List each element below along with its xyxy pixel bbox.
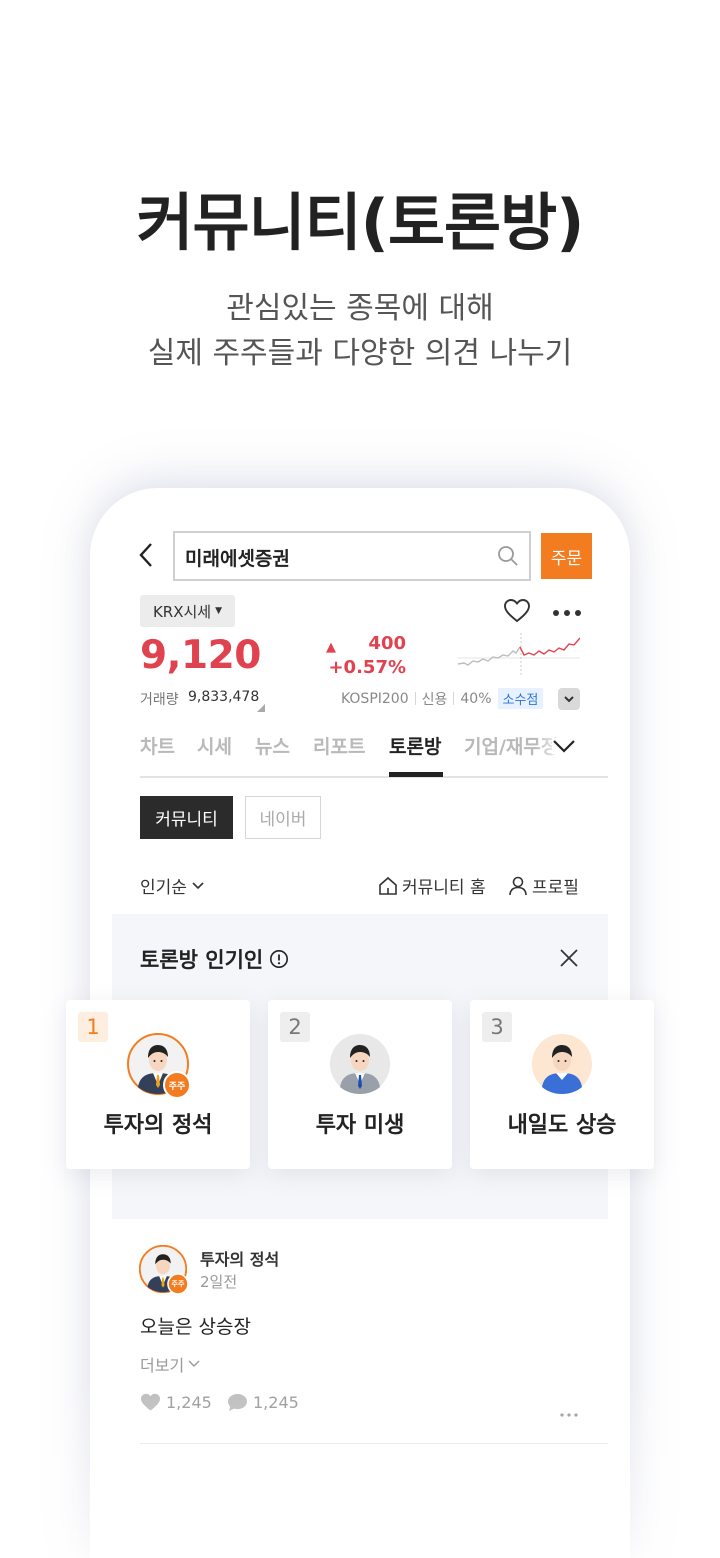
read-more-label: 더보기 — [140, 1356, 185, 1375]
rank-number: 2 — [280, 1012, 310, 1042]
info-icon[interactable] — [269, 949, 289, 969]
popular-user-card-2[interactable]: 2 투자 미생 — [268, 1000, 452, 1169]
community-home-label: 커뮤니티 홈 — [402, 878, 486, 898]
user-name: 투자 미생 — [315, 1113, 405, 1138]
credit-label: 신용 — [421, 691, 448, 708]
price-sparkline — [457, 633, 581, 675]
chevron-down-icon — [188, 1360, 200, 1367]
change-amount: 400 — [368, 633, 406, 654]
popular-title-text: 토론방 인기인 — [140, 948, 264, 972]
read-more-link[interactable]: 더보기 — [140, 1352, 201, 1376]
post-time: 2일전 — [200, 1273, 238, 1291]
hero-subtitle-line2: 실제 주주들과 다양한 의견 나누기 — [147, 336, 573, 371]
search-icon[interactable] — [497, 545, 519, 567]
rank-number: 1 — [78, 1012, 108, 1042]
change-percent: +0.57% — [328, 657, 406, 678]
tab-chart[interactable]: 차트 — [140, 732, 175, 759]
comment-icon — [228, 1393, 247, 1412]
volume-value: 9,833,478 — [188, 689, 260, 705]
tab-report[interactable]: 리포트 — [313, 732, 365, 759]
volume-label: 거래량 — [140, 692, 179, 708]
index-info: KOSPI200 신용 40% 소수점 — [341, 688, 544, 709]
post-author[interactable]: 투자의 정석 — [200, 1246, 279, 1270]
chevron-down-icon — [192, 881, 204, 889]
post-divider — [140, 1443, 608, 1444]
current-price: 9,120 — [140, 633, 261, 678]
tab-quotes[interactable]: 시세 — [197, 732, 232, 759]
search-input[interactable]: 미래에셋증권 — [173, 531, 531, 581]
chevron-down-icon — [564, 696, 574, 703]
chevron-down-icon[interactable] — [552, 738, 576, 754]
credit-value: 40% — [460, 690, 492, 707]
avatar-man-sweater-icon — [531, 1033, 593, 1095]
popular-users-title: 토론방 인기인 — [140, 944, 289, 974]
profile-link[interactable]: 프로필 — [507, 873, 579, 898]
comment-count: 1,245 — [253, 1393, 299, 1412]
hero-subtitle-line1: 관심있는 종목에 대해 — [226, 291, 494, 326]
avatar-man-tie-icon — [329, 1033, 391, 1095]
post-more-icon[interactable] — [560, 1402, 578, 1417]
hero-title: 커뮤니티(토론방) — [136, 186, 585, 259]
shareholder-badge-text: 주주 — [171, 1280, 185, 1288]
comment-button[interactable]: 1,245 — [227, 1393, 299, 1412]
divider — [453, 692, 455, 705]
segment-naver[interactable]: 네이버 — [245, 796, 321, 839]
heart-filled-icon — [141, 1393, 160, 1411]
index-label: KOSPI200 — [341, 690, 409, 707]
home-icon — [379, 876, 397, 895]
sort-dropdown[interactable]: 인기순 — [140, 873, 205, 898]
up-triangle-icon: ▲ — [326, 640, 336, 655]
community-home-link[interactable]: 커뮤니티 홈 — [377, 873, 486, 898]
caret-down-icon: ▼ — [215, 606, 223, 616]
popular-user-card-1[interactable]: 1 주주 투자의 정석 — [66, 1000, 250, 1169]
rank-number: 3 — [482, 1012, 512, 1042]
profile-label: 프로필 — [532, 878, 579, 898]
shareholder-badge-text: 주주 — [168, 1082, 186, 1092]
sort-label: 인기순 — [140, 878, 187, 898]
market-dropdown[interactable]: KRX시세 ▼ — [140, 595, 235, 627]
popular-user-card-3[interactable]: 3 내일도 상승 — [470, 1000, 654, 1169]
active-tab-indicator — [389, 772, 443, 777]
person-icon — [509, 876, 527, 895]
user-name: 내일도 상승 — [507, 1113, 617, 1138]
back-icon[interactable] — [136, 540, 158, 570]
tab-discussion[interactable]: 토론방 — [389, 732, 441, 759]
more-options-icon[interactable] — [552, 604, 582, 616]
tab-bar: 차트 시세 뉴스 리포트 토론방 기업/재무정 — [140, 732, 608, 778]
like-button[interactable]: 1,245 — [140, 1393, 212, 1412]
order-button[interactable]: 주문 — [541, 533, 592, 579]
market-dropdown-label: KRX시세 — [152, 602, 212, 621]
fraction-badge: 소수점 — [497, 688, 544, 709]
expand-button[interactable] — [558, 688, 580, 710]
heart-icon[interactable] — [503, 598, 531, 624]
search-value: 미래에셋증권 — [185, 548, 290, 570]
segment-community[interactable]: 커뮤니티 — [140, 796, 233, 839]
close-icon[interactable] — [559, 948, 579, 968]
divider — [414, 692, 416, 705]
post-body[interactable]: 오늘은 상승장 — [140, 1312, 251, 1339]
tab-news[interactable]: 뉴스 — [255, 732, 290, 759]
hero-subtitle: 관심있는 종목에 대해 실제 주주들과 다양한 의견 나누기 — [0, 286, 720, 376]
user-name: 투자의 정석 — [103, 1113, 213, 1138]
corner-triangle-icon — [257, 697, 265, 712]
like-count: 1,245 — [166, 1393, 212, 1412]
